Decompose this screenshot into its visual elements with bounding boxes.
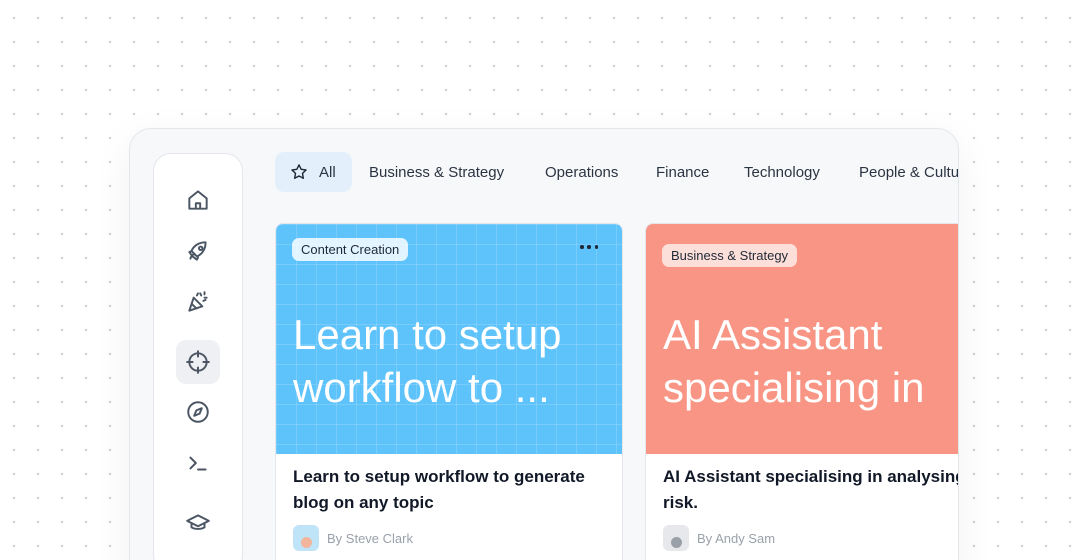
- category-badge: Business & Strategy: [662, 244, 798, 267]
- tab-label: Technology: [744, 163, 820, 181]
- category-badge: Content Creation: [292, 238, 409, 261]
- app-window: All Business & Strategy Operations Finan…: [129, 128, 959, 560]
- sidebar-item-learn[interactable]: [176, 501, 220, 545]
- sidebar-item-home[interactable]: [176, 178, 220, 222]
- banner-title: AI Assistant specialising in: [663, 308, 958, 414]
- tab-technology[interactable]: Technology: [744, 152, 820, 192]
- card-banner: Content Creation Learn to setup workflow…: [276, 224, 622, 454]
- workflow-card[interactable]: Content Creation Learn to setup workflow…: [275, 223, 623, 560]
- sidebar-item-launch[interactable]: [176, 229, 220, 273]
- rocket-icon: [188, 241, 207, 261]
- sidebar-item-explore[interactable]: [176, 390, 220, 434]
- author-name: By Steve Clark: [327, 530, 413, 546]
- sidebar: [153, 153, 243, 560]
- banner-title: Learn to setup workflow to ...: [293, 308, 622, 414]
- party-popper-icon: [188, 291, 208, 312]
- banner-title-line: specialising in: [663, 364, 925, 411]
- ai-assistant-card[interactable]: Business & Strategy AI Assistant special…: [645, 223, 959, 560]
- tab-label: People & Culture: [859, 163, 959, 181]
- tab-label: Operations: [545, 163, 619, 181]
- terminal-icon: [189, 456, 207, 471]
- card-banner: Business & Strategy AI Assistant special…: [646, 224, 958, 454]
- compass-icon: [187, 401, 209, 423]
- home-icon: [188, 190, 208, 210]
- tab-business-strategy[interactable]: Business & Strategy: [369, 152, 504, 192]
- card-title: Learn to setup workflow to generate blog…: [293, 467, 585, 512]
- author-name: By Andy Sam: [697, 530, 776, 546]
- card-title: AI Assistant specialising in analysing b…: [663, 467, 959, 512]
- tab-label: Business & Strategy: [369, 163, 505, 181]
- sidebar-item-celebrate[interactable]: [176, 280, 220, 324]
- banner-title-line: Learn to setup: [293, 311, 562, 358]
- tab-finance[interactable]: Finance: [656, 152, 709, 192]
- graduation-cap-icon: [186, 514, 210, 530]
- banner-title-line: AI Assistant: [663, 311, 883, 358]
- avatar: [293, 525, 319, 551]
- tab-people-culture[interactable]: People & Culture: [859, 152, 959, 192]
- avatar: [663, 525, 689, 551]
- tab-operations[interactable]: Operations: [545, 152, 618, 192]
- tab-label: Finance: [656, 163, 710, 181]
- sidebar-item-terminal[interactable]: [176, 441, 220, 485]
- card-author: By Steve Clark: [293, 525, 413, 551]
- sidebar-item-target[interactable]: [176, 340, 220, 384]
- tab-label: All: [319, 163, 336, 181]
- more-options-icon[interactable]: [580, 244, 598, 250]
- card-author: By Andy Sam: [663, 525, 775, 551]
- tab-all[interactable]: All: [275, 152, 352, 192]
- star-icon: [291, 164, 307, 179]
- banner-title-line: workflow to ...: [293, 364, 550, 411]
- crosshair-icon: [186, 350, 210, 374]
